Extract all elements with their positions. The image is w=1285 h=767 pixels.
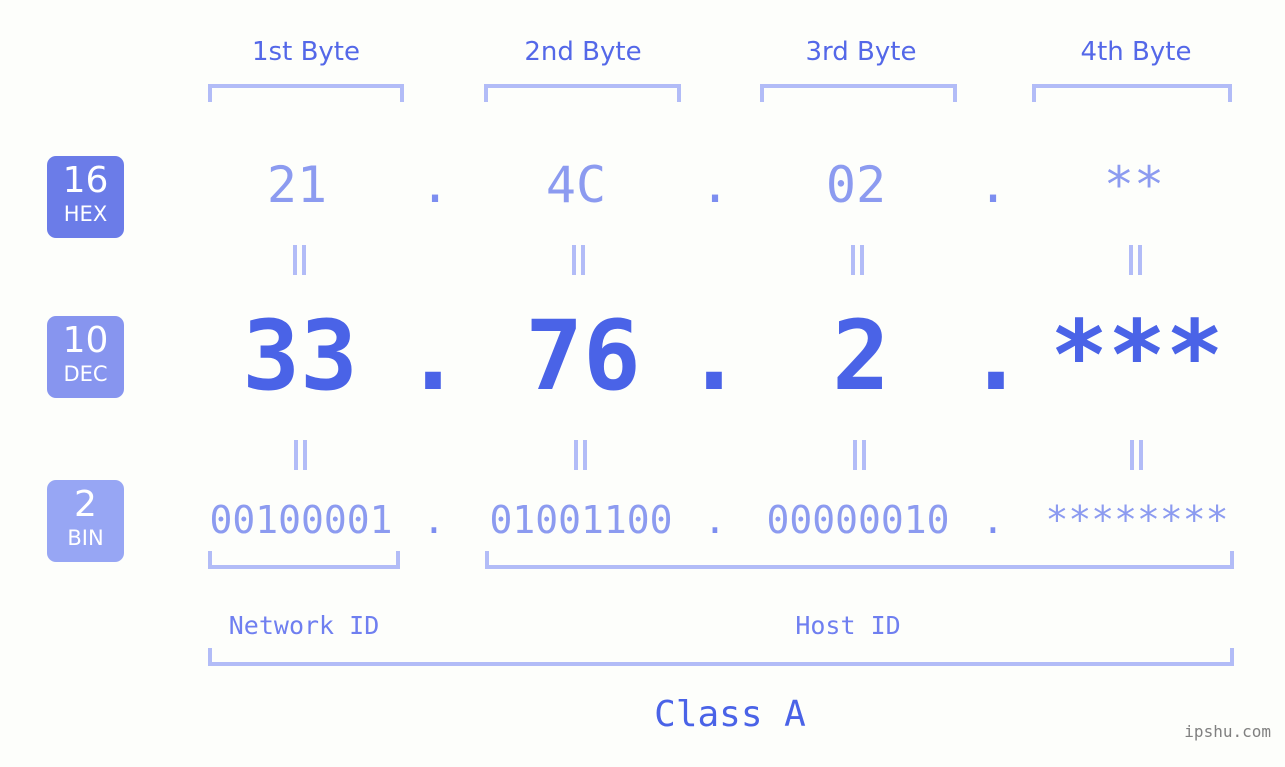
class-bracket <box>208 648 1234 666</box>
ip-address-breakdown-diagram: 1st Byte 2nd Byte 3rd Byte 4th Byte 16 H… <box>0 0 1285 767</box>
equals-marker-dec-bin-1 <box>288 440 310 470</box>
site-watermark: ipshu.com <box>1184 722 1271 741</box>
equals-marker-hex-dec-4 <box>1123 245 1145 275</box>
base-badge-bin-name: BIN <box>67 526 104 550</box>
hex-separator-3: . <box>977 156 1009 214</box>
base-badge-dec[interactable]: 10 DEC <box>47 316 124 398</box>
byte-header-2: 2nd Byte <box>524 37 642 67</box>
bin-separator-2: . <box>703 498 727 542</box>
equals-marker-dec-bin-4 <box>1124 440 1146 470</box>
base-badge-hex-name: HEX <box>63 202 108 226</box>
hex-byte-2: 4C <box>545 156 607 214</box>
equals-marker-hex-dec-1 <box>287 245 309 275</box>
bin-byte-4: ******** <box>1045 498 1229 542</box>
base-badge-hex-number: 16 <box>62 160 109 201</box>
bin-byte-2: 01001100 <box>489 498 673 542</box>
bin-separator-1: . <box>422 498 446 542</box>
base-badge-dec-number: 10 <box>62 320 109 361</box>
dec-separator-2: . <box>685 300 743 412</box>
hex-byte-4: ** <box>1103 156 1165 214</box>
equals-marker-hex-dec-2 <box>566 245 588 275</box>
class-label: Class A <box>654 694 806 735</box>
byte-bracket-2 <box>484 84 681 102</box>
base-badge-bin-number: 2 <box>74 484 97 525</box>
byte-header-3: 3rd Byte <box>805 37 917 67</box>
host-id-label: Host ID <box>795 611 901 640</box>
dec-byte-4: *** <box>1050 300 1224 412</box>
byte-bracket-1 <box>208 84 404 102</box>
bin-byte-3: 00000010 <box>766 498 950 542</box>
hex-separator-1: . <box>419 156 451 214</box>
network-id-label: Network ID <box>228 611 380 640</box>
host-id-bracket <box>485 551 1234 569</box>
hex-byte-1: 21 <box>266 156 328 214</box>
equals-marker-dec-bin-3 <box>847 440 869 470</box>
dec-byte-3: 2 <box>832 300 890 412</box>
hex-byte-3: 02 <box>825 156 887 214</box>
bin-separator-3: . <box>981 498 1005 542</box>
byte-bracket-3 <box>760 84 957 102</box>
bin-byte-1: 00100001 <box>209 498 393 542</box>
byte-header-1: 1st Byte <box>252 37 360 67</box>
dec-separator-3: . <box>967 300 1025 412</box>
base-badge-dec-name: DEC <box>63 362 108 386</box>
dec-byte-2: 76 <box>525 300 641 412</box>
base-badge-hex[interactable]: 16 HEX <box>47 156 124 238</box>
byte-header-4: 4th Byte <box>1080 37 1192 67</box>
equals-marker-hex-dec-3 <box>845 245 867 275</box>
dec-byte-1: 33 <box>242 300 358 412</box>
hex-separator-2: . <box>699 156 731 214</box>
byte-bracket-4 <box>1032 84 1232 102</box>
base-badge-bin[interactable]: 2 BIN <box>47 480 124 562</box>
dec-separator-1: . <box>404 300 462 412</box>
network-id-bracket <box>208 551 400 569</box>
equals-marker-dec-bin-2 <box>568 440 590 470</box>
